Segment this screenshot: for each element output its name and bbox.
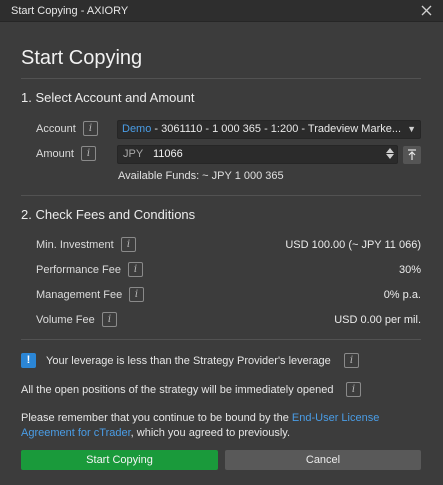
divider	[21, 78, 421, 79]
volume-fee-info-icon[interactable]: i	[102, 312, 117, 327]
start-copying-dialog: Start Copying 1. Select Account and Amou…	[0, 22, 443, 485]
account-select-value: - 3061110 - 1 000 365 - 1:200 - Tradevie…	[151, 123, 402, 135]
max-amount-button[interactable]	[403, 146, 421, 164]
window-title: Start Copying - AXIORY	[11, 5, 129, 17]
positions-note-text: All the open positions of the strategy w…	[21, 384, 334, 396]
divider	[21, 195, 421, 196]
amount-info-icon[interactable]: i	[81, 146, 96, 161]
page-title: Start Copying	[21, 47, 143, 69]
volume-fee-label: Volume Fee	[36, 314, 95, 326]
available-funds: Available Funds: ~ JPY 1 000 365	[118, 170, 284, 182]
section-title-fees: 2. Check Fees and Conditions	[21, 207, 196, 222]
cancel-button[interactable]: Cancel	[225, 450, 421, 470]
stepper-up-icon[interactable]	[385, 148, 394, 153]
performance-fee-value: 30%	[398, 264, 421, 276]
positions-info-icon[interactable]: i	[346, 382, 361, 397]
license-notice-suffix: , which you agreed to previously.	[130, 427, 291, 439]
close-icon[interactable]	[420, 4, 433, 17]
account-label: Account	[36, 123, 76, 135]
arrow-up-to-line-icon	[408, 149, 416, 160]
account-type-tag: Demo	[122, 123, 152, 135]
account-info-icon[interactable]: i	[83, 121, 98, 136]
license-notice: Please remember that you continue to be …	[21, 411, 401, 441]
section-title-account: 1. Select Account and Amount	[21, 90, 195, 105]
min-investment-info-icon[interactable]: i	[121, 237, 136, 252]
chevron-down-icon: ▼	[407, 124, 416, 134]
management-fee-info-icon[interactable]: i	[129, 287, 144, 302]
min-investment-value: USD 100.00 (~ JPY 11 066)	[285, 239, 421, 251]
license-notice-prefix: Please remember that you continue to be …	[21, 412, 292, 424]
volume-fee-value: USD 0.00 per mil.	[334, 314, 421, 326]
amount-currency: JPY	[123, 148, 144, 160]
management-fee-label: Management Fee	[36, 289, 123, 301]
warning-icon: !	[21, 353, 36, 368]
account-select[interactable]: Demo - 3061110 - 1 000 365 - 1:200 - Tra…	[117, 120, 421, 139]
stepper-down-icon[interactable]	[385, 154, 394, 159]
performance-fee-info-icon[interactable]: i	[128, 262, 143, 277]
leverage-info-icon[interactable]: i	[344, 353, 359, 368]
management-fee-value: 0% p.a.	[383, 289, 421, 301]
window-titlebar: Start Copying - AXIORY	[0, 0, 443, 22]
divider	[21, 339, 421, 340]
amount-value: 11066	[153, 148, 183, 160]
start-copying-button[interactable]: Start Copying	[21, 450, 218, 470]
min-investment-label: Min. Investment	[36, 239, 114, 251]
performance-fee-label: Performance Fee	[36, 264, 121, 276]
amount-label: Amount	[36, 148, 74, 160]
amount-input[interactable]: JPY 11066	[117, 145, 398, 164]
amount-stepper[interactable]	[385, 147, 394, 162]
leverage-warning-text: Your leverage is less than the Strategy …	[46, 355, 331, 367]
